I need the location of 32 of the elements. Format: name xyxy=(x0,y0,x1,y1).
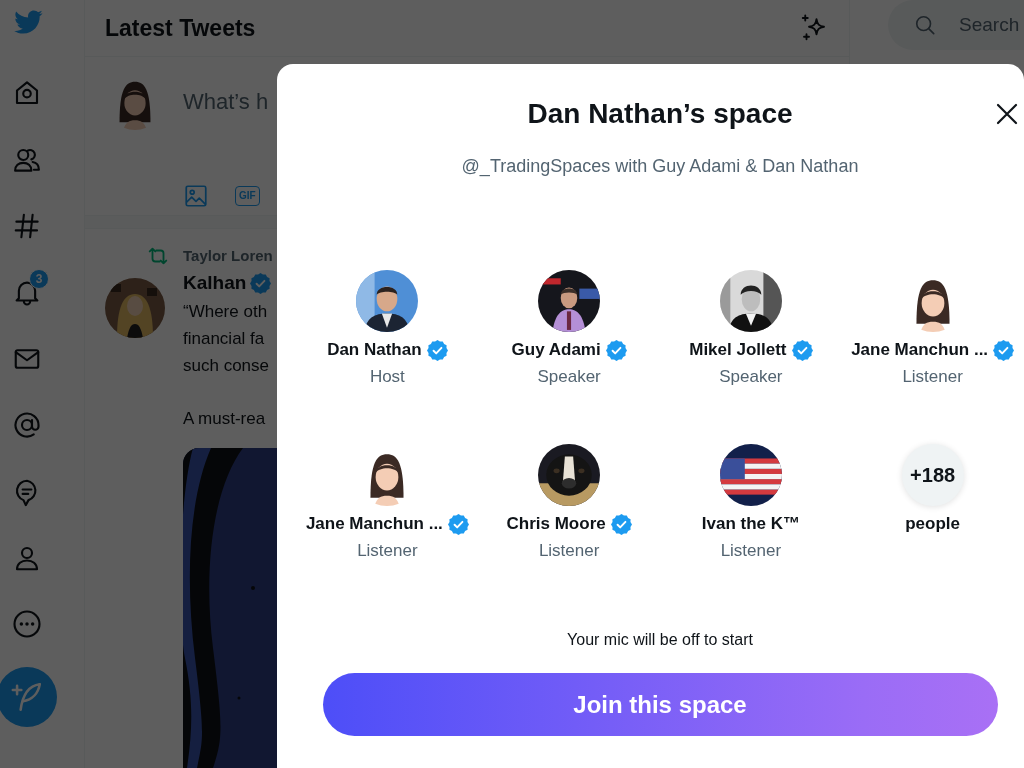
more-people-count[interactable]: +188 xyxy=(901,444,964,506)
space-title: Dan Nathan’s space xyxy=(527,97,793,131)
participant-name[interactable]: Chris Moore xyxy=(506,514,606,534)
join-space-button[interactable]: Join this space xyxy=(322,673,998,736)
participant-role: Listener xyxy=(720,540,782,562)
participant-role: Speaker xyxy=(537,366,601,388)
search-field[interactable]: Search xyxy=(888,0,1024,50)
tweet-text: “Where oth financial fa such conse xyxy=(183,301,270,377)
participant-name[interactable]: Dan Nathan xyxy=(327,340,422,360)
tweet-text: A must-rea xyxy=(183,408,267,430)
close-icon[interactable] xyxy=(995,102,1019,126)
search-icon xyxy=(914,14,936,36)
participant-role: Speaker xyxy=(719,366,783,388)
more-people-label: people xyxy=(905,514,960,534)
mic-note: Your mic will be off to start xyxy=(567,630,753,650)
space-subtitle: @_TradingSpaces with Guy Adami & Dan Nathan xyxy=(461,155,859,178)
participant-name[interactable]: Guy Adami xyxy=(511,340,601,360)
page-title: Latest Tweets xyxy=(105,14,256,42)
notification-badge: 3 xyxy=(29,269,49,290)
image-icon[interactable] xyxy=(183,183,209,210)
participant-role: Listener xyxy=(902,366,963,388)
at-sign-icon[interactable] xyxy=(12,410,42,441)
more-icon[interactable] xyxy=(12,609,42,640)
compose-field[interactable]: What’s h xyxy=(183,84,276,121)
participant-name[interactable]: Jane Manchun ... xyxy=(305,514,443,534)
participant-name[interactable]: Mikel Jollett xyxy=(689,340,787,360)
participant-name[interactable]: Jane Manchun ... xyxy=(851,340,989,360)
participant-role: Listener xyxy=(538,540,600,562)
participant-name[interactable]: Ivan the K™ xyxy=(701,514,800,534)
retweet-icon xyxy=(147,245,169,267)
participant-role: Listener xyxy=(357,540,418,562)
participant-role: Host xyxy=(369,366,405,388)
